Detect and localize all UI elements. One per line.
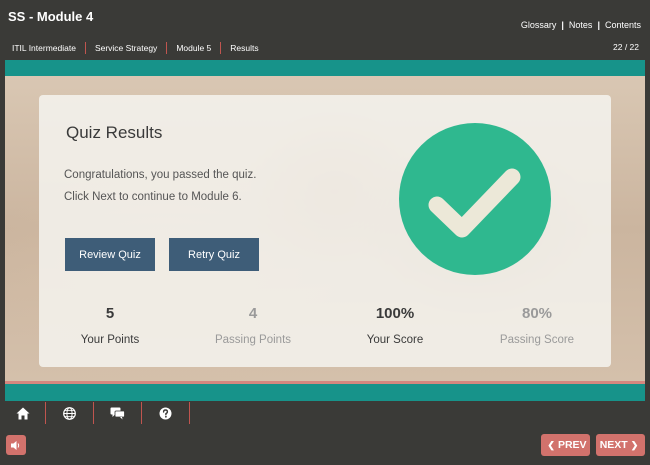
your-score-label: Your Score bbox=[366, 334, 424, 346]
contents-link[interactable]: Contents bbox=[605, 20, 641, 30]
link-separator: | bbox=[597, 20, 600, 30]
breadcrumb-item: Results bbox=[230, 43, 259, 53]
audio-button[interactable] bbox=[6, 435, 26, 455]
chevron-left-icon: ❮ bbox=[547, 439, 555, 450]
your-points-label: Your Points bbox=[80, 334, 140, 346]
speaker-icon bbox=[11, 440, 20, 450]
next-button[interactable]: NEXT ❯ bbox=[596, 434, 645, 456]
passing-points-value: 4 bbox=[248, 305, 258, 322]
content-area: Quiz Results Congratulations, you passed… bbox=[5, 76, 645, 381]
help-icon bbox=[159, 407, 172, 419]
chevron-right-icon: ❯ bbox=[630, 439, 639, 450]
page-title: Quiz Results bbox=[66, 123, 163, 142]
prev-button[interactable]: ❮ PREV bbox=[541, 434, 590, 456]
notes-link[interactable]: Notes bbox=[569, 20, 593, 30]
result-message: Congratulations, you passed the quiz. bbox=[64, 169, 257, 181]
help-button[interactable] bbox=[142, 402, 190, 424]
link-separator: | bbox=[561, 20, 564, 30]
chat-button[interactable] bbox=[94, 402, 142, 424]
breadcrumb-item: Module 5 bbox=[167, 42, 222, 54]
review-quiz-button[interactable]: Review Quiz bbox=[65, 238, 155, 271]
globe-icon bbox=[63, 406, 76, 420]
passing-score-value: 80% bbox=[521, 305, 553, 322]
next-instruction: Click Next to continue to Module 6. bbox=[64, 191, 242, 203]
home-button[interactable] bbox=[0, 402, 46, 424]
results-card: Quiz Results Congratulations, you passed… bbox=[39, 95, 611, 367]
prev-label: PREV bbox=[557, 439, 587, 451]
glossary-link[interactable]: Glossary bbox=[521, 20, 557, 30]
top-links: Glossary | Notes | Contents bbox=[521, 20, 641, 30]
chat-icon bbox=[110, 407, 125, 419]
passing-points-label: Passing Points bbox=[214, 334, 292, 346]
globe-button[interactable] bbox=[46, 402, 94, 424]
page-counter: 22 / 22 bbox=[613, 42, 639, 52]
your-points-value: 5 bbox=[105, 305, 115, 322]
retry-quiz-button[interactable]: Retry Quiz bbox=[169, 238, 259, 271]
breadcrumb-item: Service Strategy bbox=[86, 42, 168, 54]
passing-score-label: Passing Score bbox=[499, 334, 575, 346]
next-label: NEXT bbox=[599, 439, 628, 451]
home-icon bbox=[16, 407, 29, 419]
your-score-value: 100% bbox=[375, 305, 415, 322]
top-divider bbox=[5, 60, 645, 76]
course-title: SS - Module 4 bbox=[8, 9, 94, 24]
breadcrumb: ITIL Intermediate Service Strategy Modul… bbox=[0, 42, 268, 54]
bottom-divider bbox=[5, 384, 645, 401]
breadcrumb-item: ITIL Intermediate bbox=[0, 42, 86, 54]
checkmark-icon bbox=[399, 123, 551, 275]
bottom-toolbar bbox=[0, 402, 200, 424]
